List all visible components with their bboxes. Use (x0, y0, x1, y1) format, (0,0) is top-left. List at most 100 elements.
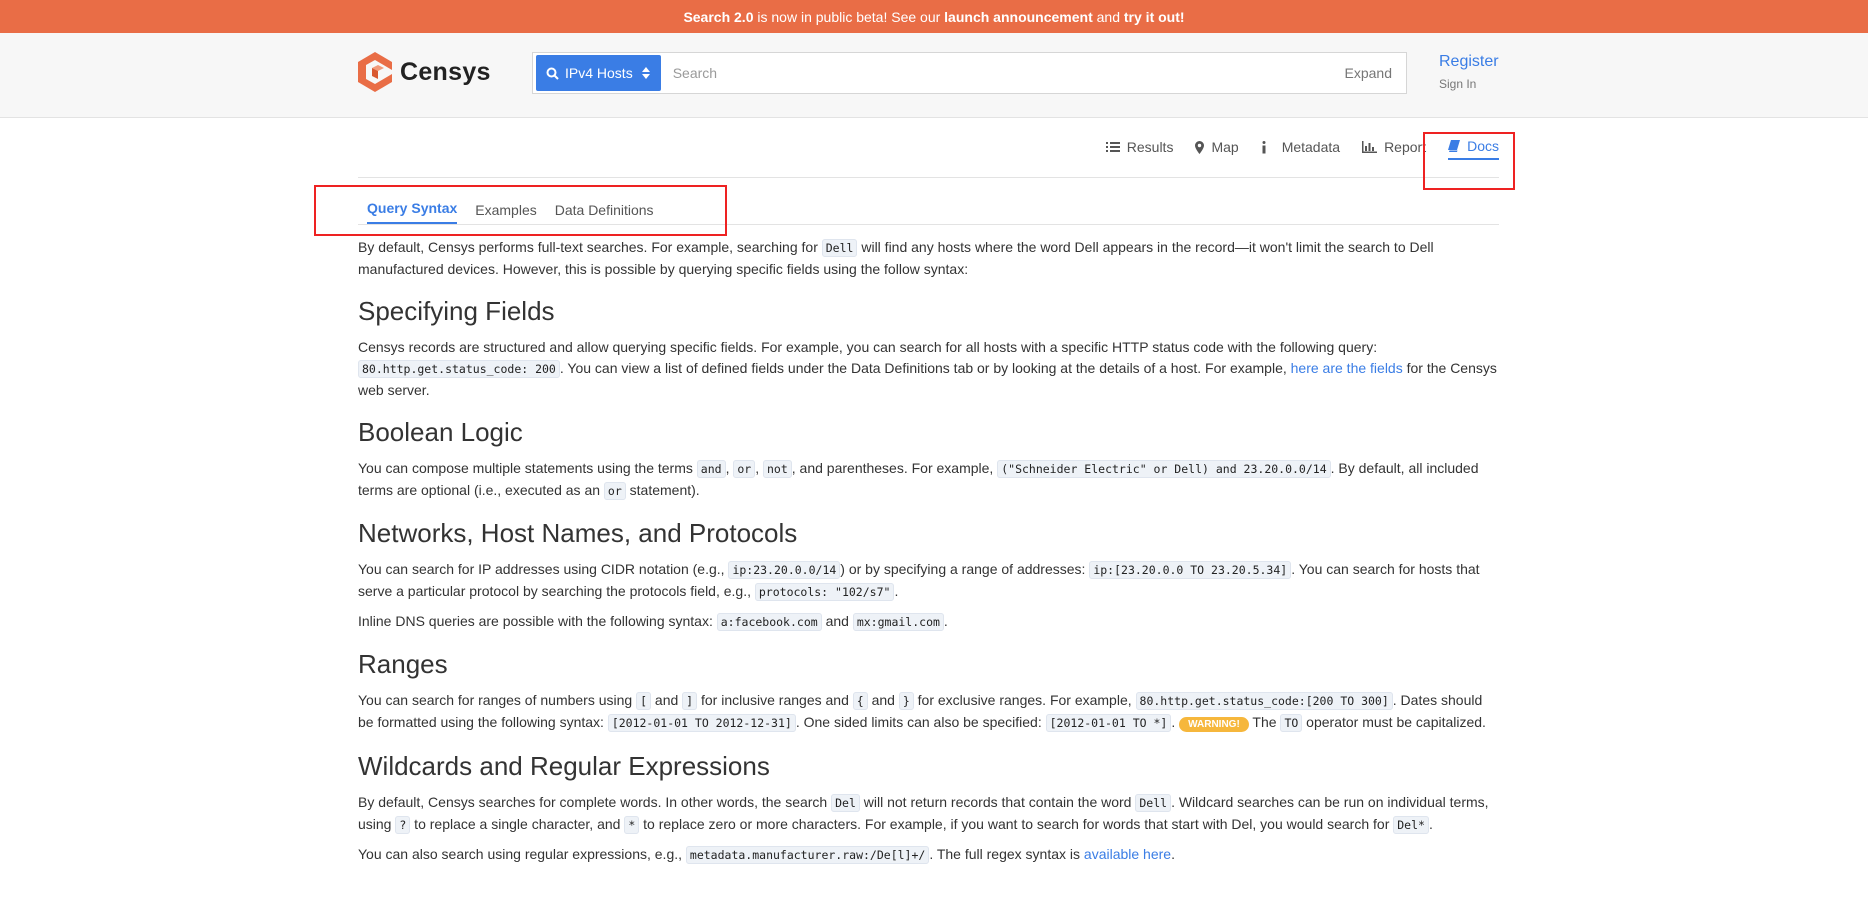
code-snippet: TO (1280, 714, 1303, 732)
text: You can search for IP addresses using CI… (358, 561, 729, 577)
map-marker-icon (1195, 140, 1205, 154)
networks-paragraph: You can search for IP addresses using CI… (358, 559, 1499, 603)
code-snippet: Dell (821, 239, 858, 257)
query-syntax-docs: By default, Censys performs full-text se… (358, 225, 1499, 866)
text: for exclusive ranges. For example, (913, 692, 1136, 708)
tab-map-label: Map (1211, 139, 1239, 155)
here-are-the-fields-link[interactable]: here are the fields (1291, 360, 1403, 376)
code-snippet: ] (682, 692, 698, 710)
code-snippet: and (696, 460, 726, 478)
text: . (943, 613, 948, 629)
launch-announcement-link[interactable]: launch announcement (944, 9, 1093, 25)
banner-text-2: and (1092, 8, 1124, 25)
text: . (1428, 816, 1433, 832)
code-snippet: 80.http.get.status_code:[200 TO 300] (1135, 692, 1393, 710)
tab-report-label: Report (1384, 139, 1427, 155)
code-snippet: mx:gmail.com (852, 613, 944, 631)
code-snippet: Dell (1135, 794, 1172, 812)
text: . You can view a list of defined fields … (559, 360, 1291, 376)
banner-text-1: is now in public beta! See our (753, 8, 945, 25)
censys-logo-icon (358, 52, 392, 92)
tab-report[interactable]: Report (1362, 135, 1426, 159)
heading-wildcards: Wildcards and Regular Expressions (358, 751, 770, 781)
boolean-paragraph: You can compose multiple statements usin… (358, 458, 1499, 502)
code-snippet: a:facebook.com (716, 613, 822, 631)
search-input[interactable] (660, 65, 1345, 81)
highlight-box-docs-tab (1423, 132, 1515, 190)
auth-links: Register Sign In (1439, 53, 1499, 91)
list-icon (1105, 142, 1120, 152)
regex-paragraph: You can also search using regular expres… (358, 844, 1499, 866)
text: By default, Censys performs full-text se… (358, 239, 822, 255)
heading-boolean-logic: Boolean Logic (358, 417, 523, 447)
logo-text: Censys (400, 57, 491, 86)
tab-map[interactable]: Map (1195, 135, 1239, 159)
code-snippet: ip:[23.20.0.0 TO 23.20.5.34] (1089, 561, 1292, 579)
text: statement). (625, 482, 700, 498)
text: for inclusive ranges and (697, 692, 853, 708)
heading-specifying-fields: Specifying Fields (358, 296, 555, 326)
intro-paragraph: By default, Censys performs full-text se… (358, 237, 1499, 280)
dns-paragraph: Inline DNS queries are possible with the… (358, 611, 1499, 633)
available-here-link[interactable]: available here (1084, 846, 1171, 862)
text: to replace a single character, and (410, 816, 625, 832)
text: . (1171, 714, 1180, 730)
banner-bold-1: Search 2.0 (683, 8, 754, 25)
search-type-label: IPv4 Hosts (565, 65, 633, 81)
code-snippet: not (762, 460, 792, 478)
text: to replace zero or more characters. For … (639, 816, 1394, 832)
text: and (651, 692, 683, 708)
text: You can also search using regular expres… (358, 846, 686, 862)
text: By default, Censys searches for complete… (358, 794, 832, 810)
text: and (821, 613, 853, 629)
code-snippet: ("Schneider Electric" or Dell) and 23.20… (997, 460, 1331, 478)
code-snippet: or (603, 482, 626, 500)
code-snippet: [ (636, 692, 652, 710)
sign-in-link[interactable]: Sign In (1439, 77, 1499, 91)
fields-paragraph: Censys records are structured and allow … (358, 337, 1499, 401)
search-type-dropdown[interactable]: IPv4 Hosts (536, 55, 661, 91)
text: and (867, 692, 899, 708)
text: Inline DNS queries are possible with the… (358, 613, 717, 629)
tab-results[interactable]: Results (1105, 135, 1174, 159)
text: You can compose multiple statements usin… (358, 460, 697, 476)
code-snippet: [2012-01-01 TO *] (1045, 714, 1172, 732)
try-it-out-link[interactable]: try it out! (1124, 9, 1185, 25)
censys-logo[interactable]: Censys (358, 52, 491, 92)
text: Censys records are structured and allow … (358, 339, 1378, 355)
heading-ranges: Ranges (358, 649, 448, 679)
tab-metadata[interactable]: Metadata (1261, 135, 1340, 159)
code-snippet: ? (395, 816, 411, 834)
text: The (1248, 714, 1281, 730)
ranges-paragraph: You can search for ranges of numbers usi… (358, 690, 1499, 735)
text: . (1171, 846, 1175, 862)
tab-metadata-label: Metadata (1281, 139, 1341, 155)
code-snippet: } (898, 692, 914, 710)
text: . The full regex syntax is (929, 846, 1084, 862)
text: will not return records that contain the… (859, 794, 1136, 810)
code-snippet: Del (831, 794, 860, 812)
text: . One sided limits can also be specified… (795, 714, 1046, 730)
search-icon (546, 67, 559, 80)
code-snippet: 80.http.get.status_code: 200 (358, 360, 560, 378)
register-link[interactable]: Register (1439, 53, 1499, 71)
code-snippet: metadata.manufacturer.raw:/De[l]+/ (685, 846, 930, 864)
announcement-banner: Search 2.0 is now in public beta! See ou… (0, 0, 1868, 33)
sort-updown-icon (641, 67, 650, 79)
highlight-box-doc-tabs (314, 185, 727, 236)
tab-results-label: Results (1126, 139, 1174, 155)
text: . (894, 583, 899, 599)
text: You can search for ranges of numbers usi… (358, 692, 637, 708)
expand-button[interactable]: Expand (1345, 65, 1392, 81)
code-snippet: ip:23.20.0.0/14 (728, 561, 841, 579)
header: Censys IPv4 Hosts Expand Register Sign I… (0, 33, 1868, 118)
warning-badge: WARNING! (1179, 717, 1249, 732)
text: ) or by specifying a range of addresses: (840, 561, 1090, 577)
info-icon (1262, 140, 1266, 153)
text: operator must be capitalized. (1302, 714, 1486, 730)
wildcards-paragraph: By default, Censys searches for complete… (358, 792, 1499, 836)
code-snippet: Del* (1393, 816, 1429, 834)
view-tabs: Results Map Metadata Report Docs (358, 117, 1499, 178)
code-snippet: protocols: "102/s7" (754, 583, 895, 601)
code-snippet: * (624, 816, 640, 834)
